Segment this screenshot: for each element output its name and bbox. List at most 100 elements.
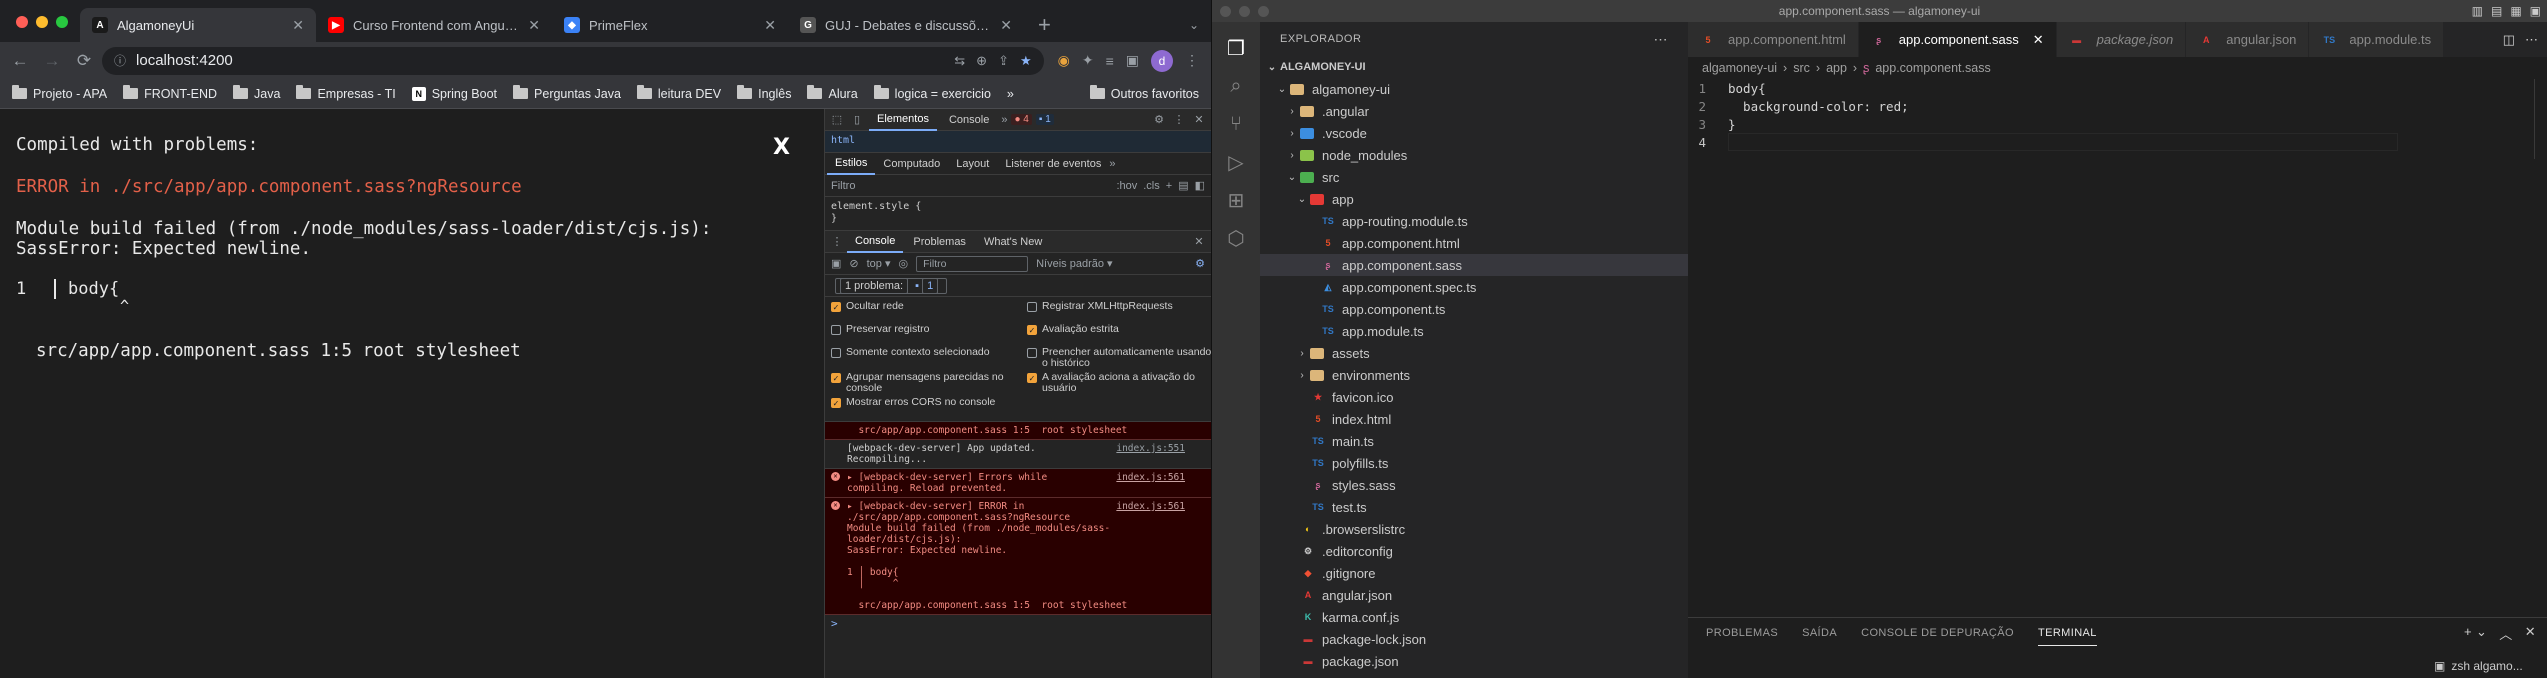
workspace-root[interactable]: ⌄ ALGAMONEY-UI [1260,56,1688,78]
tab-search-icon[interactable]: ⌄ [1177,8,1211,42]
console-setting-checkbox[interactable]: ✓ Mostrar erros CORS no console [831,397,1027,417]
subtab-listener[interactable]: Listener de eventos [997,153,1109,175]
tree-file[interactable]: ◆ .gitignore [1260,562,1688,584]
tree-file[interactable]: 5 app.component.html [1260,232,1688,254]
tree-file[interactable]: 5 index.html [1260,408,1688,430]
extensions-icon[interactable]: ⊞ [1224,188,1248,212]
vscode-close-button[interactable] [1220,6,1231,17]
close-tab-icon[interactable]: ✕ [528,17,540,34]
checkbox-checked-icon[interactable]: ✓ [1027,325,1037,335]
code-line[interactable]: 1 body{ [1688,79,2547,97]
breadcrumb-item[interactable]: app [1826,61,1847,75]
tree-folder[interactable]: › assets [1260,342,1688,364]
subtab-estilos[interactable]: Estilos [827,153,876,175]
tab-console[interactable]: Console [941,109,997,131]
tree-file[interactable]: TS test.ts [1260,496,1688,518]
split-editor-icon[interactable]: ◫ [2503,32,2515,48]
console-setting-checkbox[interactable]: Preencher automaticamente usando o histó… [1027,347,1217,369]
tree-file[interactable]: TS app.module.ts [1260,320,1688,342]
console-message[interactable]: ✕ ▸ [webpack-dev-server] Errors while com… [825,469,1211,498]
close-panel-icon[interactable]: ✕ [2525,624,2536,643]
subtab-layout[interactable]: Layout [948,153,997,175]
tree-file[interactable]: TS app-routing.module.ts [1260,210,1688,232]
context-select[interactable]: top ▾ [867,257,891,270]
bookmark-star-icon[interactable]: ★ [1020,53,1032,69]
tree-file[interactable]: ▬ package-lock.json [1260,628,1688,650]
computed-sidebar-icon[interactable]: ◧ [1195,179,1205,192]
toggle-sidebar-icon[interactable]: ▥ [2472,4,2483,18]
bookmarks-overflow-button[interactable]: » [999,87,1022,101]
browser-tab[interactable]: G GUJ - Debates e discussões s ✕ [788,8,1024,42]
extension-icon[interactable]: ◉ [1058,52,1070,69]
bookmark-item[interactable]: Projeto - APA [4,85,115,101]
console-setting-checkbox[interactable]: Preservar registro [831,324,1027,344]
tree-file[interactable]: TS app.component.ts [1260,298,1688,320]
tree-folder[interactable]: ⌄ app [1260,188,1688,210]
console-source-link[interactable]: index.js:561 [1116,501,1185,512]
tree-file[interactable]: TS main.ts [1260,430,1688,452]
tab-elementos[interactable]: Elementos [869,109,937,131]
tree-file[interactable]: Aangular.json [1260,584,1688,606]
menu-kebab-icon[interactable]: ⋮ [1185,52,1199,69]
info-count-badge[interactable]: ▪ 1 [1035,114,1054,125]
console-setting-checkbox[interactable]: Registrar XMLHttpRequests [1027,301,1217,321]
close-tab-icon[interactable]: ✕ [764,17,776,34]
toggle-panel-icon[interactable]: ▤ [2491,4,2502,18]
new-terminal-icon[interactable]: + ⌄ [2464,624,2487,643]
breadcrumb-item[interactable]: algamoney-ui [1702,61,1777,75]
checkbox-empty-icon[interactable] [1027,348,1037,358]
tree-file[interactable]: ⚙ .editorconfig [1260,540,1688,562]
more-subtabs-icon[interactable]: » [1109,158,1115,170]
console-filter-input[interactable]: Filtro [916,255,1029,272]
styles-filter-input[interactable]: Filtro [831,180,1110,192]
checkbox-empty-icon[interactable] [831,325,841,335]
drawer-tab-problemas[interactable]: Problemas [905,231,974,253]
forward-icon[interactable]: → [38,47,66,75]
browser-tab[interactable]: A AlgamoneyUi ✕ [80,8,316,42]
console-setting-checkbox[interactable]: ✓ A avaliação aciona a ativação do usuári… [1027,372,1217,394]
bookmark-item[interactable]: Empresas - TI [288,85,403,101]
vscode-minimize-button[interactable] [1239,6,1250,17]
editor-tab[interactable]: ▬ package.json [2056,22,2187,57]
tree-file[interactable]: TS polyfills.ts [1260,452,1688,474]
console-prompt[interactable]: > [825,615,1211,632]
site-info-icon[interactable]: ⓘ [114,52,126,69]
tree-file[interactable]: ★ favicon.ico [1260,386,1688,408]
share-icon[interactable]: ⇪ [998,53,1009,69]
console-message[interactable]: src/app/app.component.sass 1:5 root styl… [825,422,1211,440]
code-line[interactable]: 2 background-color: red; [1688,97,2547,115]
bookmark-item[interactable]: Alura [799,85,865,101]
run-debug-icon[interactable]: ▷ [1224,150,1248,174]
close-tab-icon[interactable]: ✕ [1000,17,1012,34]
live-expression-icon[interactable]: ◎ [899,257,909,270]
error-count-badge[interactable]: ● 4 [1011,114,1032,125]
editor-tab[interactable]: ʂ app.component.sass ✕ [1858,22,2057,57]
tree-file[interactable]: ʂ app.component.sass [1260,254,1688,276]
code-line[interactable]: 3} [1688,115,2547,133]
inspect-element-icon[interactable]: ⬚ [829,112,845,128]
back-icon[interactable]: ← [6,47,34,75]
customize-layout-icon[interactable]: ▣ [2530,4,2541,18]
drawer-tab-console[interactable]: Console [847,231,904,253]
console-message[interactable]: ✕ ▸ [webpack-dev-server] ERROR in ./src/a… [825,498,1211,615]
problems-bar[interactable]: 1 problema: ▪ 1 [825,275,1211,297]
panel-tab[interactable]: PROBLEMAS [1706,627,1778,639]
explorer-more-icon[interactable]: ⋯ [1654,31,1669,48]
other-favorites-folder[interactable]: Outros favoritos [1082,85,1207,101]
settings-gear-icon[interactable]: ⚙ [1151,112,1167,128]
address-bar[interactable]: ⓘ localhost:4200 ⇆ ⊕ ⇪ ★ [102,46,1044,75]
editor-more-icon[interactable]: ⋯ [2525,32,2538,48]
editor-tab[interactable]: TS app.module.ts [2309,22,2445,57]
dom-breadcrumb[interactable]: html [825,131,1211,153]
maximize-panel-icon[interactable]: ︿ [2499,624,2512,643]
bookmark-item[interactable]: Perguntas Java [505,85,629,101]
toggle-sidebar-icon[interactable]: ▤ [1178,179,1188,192]
bookmark-item[interactable]: Java [225,85,288,101]
vscode-maximize-button[interactable] [1258,6,1269,17]
remote-explorer-icon[interactable]: ⬡ [1224,226,1248,250]
bookmark-item[interactable]: N Spring Boot [404,86,505,101]
translate-icon[interactable]: ⇆ [954,53,965,69]
drawer-tab-whats-new[interactable]: What's New [976,231,1050,253]
new-tab-button[interactable]: + [1024,8,1065,42]
tree-folder[interactable]: › .angular [1260,100,1688,122]
